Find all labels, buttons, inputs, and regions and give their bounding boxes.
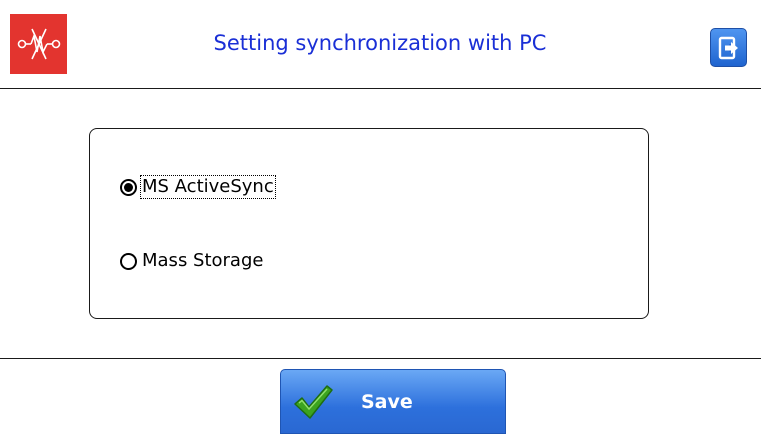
radio-mass-storage[interactable]: Mass Storage [120, 249, 264, 273]
sync-options-group: MS ActiveSync Mass Storage [89, 128, 649, 319]
radio-ms-activesync[interactable]: MS ActiveSync [120, 175, 276, 199]
radio-button-unselected[interactable] [120, 252, 137, 270]
page-title: Setting synchronization with PC [213, 31, 547, 55]
exit-button[interactable] [710, 28, 747, 67]
radio-label-mass-storage[interactable]: Mass Storage [141, 250, 264, 272]
radio-button-selected[interactable] [120, 178, 137, 196]
save-button[interactable]: Save [280, 369, 506, 434]
radio-label-ms-activesync[interactable]: MS ActiveSync [140, 175, 276, 199]
save-button-label: Save [361, 390, 413, 413]
logo [10, 14, 67, 74]
header-bar: Setting synchronization with PC [0, 0, 761, 89]
sync-settings-screen: Setting synchronization with PC MS Activ… [0, 0, 761, 434]
radio-dot [124, 182, 133, 192]
exit-door-icon [718, 36, 738, 59]
footer-divider [0, 358, 761, 359]
resistor-logo-icon [17, 28, 60, 60]
checkmark-icon [291, 382, 335, 422]
